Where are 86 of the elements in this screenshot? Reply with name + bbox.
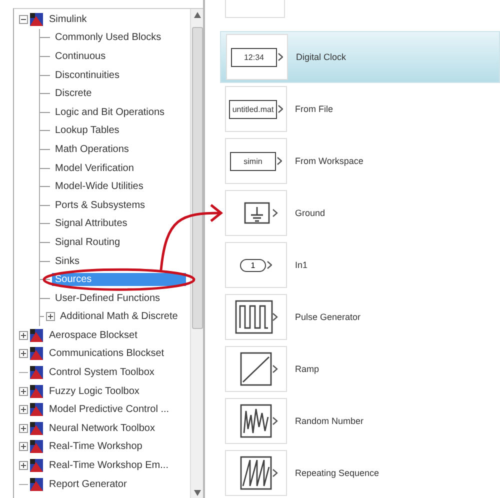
port-icon	[267, 261, 272, 269]
library-icon	[30, 422, 43, 435]
block-row[interactable]: simin From Workspace	[220, 135, 500, 187]
expand-icon[interactable]	[19, 424, 28, 433]
block-name: From File	[295, 104, 333, 114]
block-tile[interactable]	[225, 398, 287, 444]
library-icon	[30, 347, 43, 360]
scroll-up-icon[interactable]	[194, 12, 200, 18]
block-symbol: untitled.mat	[229, 100, 277, 118]
block-name: Ramp	[295, 364, 320, 374]
block-tile[interactable]	[225, 450, 287, 496]
port-icon	[278, 105, 283, 113]
library-icon	[30, 384, 43, 398]
block-row[interactable]: Pulse Generator	[220, 291, 500, 343]
tree-item[interactable]: Ports & Subsystems	[52, 198, 148, 212]
tree-item[interactable]: Signal Routing	[52, 236, 124, 249]
tree-item[interactable]: Communications Blockset	[46, 347, 168, 360]
tree-item[interactable]: Fuzzy Logic Toolbox	[46, 384, 142, 398]
expand-icon[interactable]	[19, 349, 28, 358]
tree-item[interactable]: Lookup Tables	[52, 124, 122, 138]
expand-icon[interactable]	[19, 330, 28, 340]
block-name: In1	[295, 260, 308, 270]
block-name: Ground	[295, 208, 326, 218]
tree-item[interactable]: Discrete	[52, 87, 95, 100]
library-icon	[30, 403, 43, 416]
tree-item[interactable]: Model Verification	[52, 162, 137, 175]
curved-arrow	[160, 204, 223, 270]
block-name: Repeating Sequence	[295, 468, 380, 478]
scroll-thumb[interactable]	[192, 27, 202, 329]
block-row[interactable]: 12:34 Digital Clock	[220, 31, 500, 83]
block-name: From Workspace	[295, 156, 364, 166]
library-icon	[30, 440, 43, 454]
library-icon	[30, 366, 43, 380]
block-row[interactable]: Ramp	[220, 343, 500, 395]
tree-item[interactable]: Real-Time Workshop	[46, 440, 146, 454]
block-row[interactable]: Random Number	[220, 395, 500, 447]
block-row[interactable]: untitled.mat From File	[220, 83, 500, 135]
tree-item[interactable]: Math Operations	[52, 142, 132, 156]
block-tile[interactable]: 1	[225, 242, 287, 288]
tree-item[interactable]: Additional Math & Discrete	[57, 310, 181, 324]
expand-icon[interactable]	[19, 405, 28, 414]
block-row[interactable]: Ground	[220, 187, 500, 239]
tree-item[interactable]: Model-Wide Utilities	[52, 180, 146, 194]
library-icon	[30, 328, 43, 342]
block-name: Random Number	[295, 416, 364, 426]
tree-item[interactable]: Commonly Used Blocks	[52, 31, 164, 44]
block-row[interactable]: Repeating Sequence	[220, 447, 500, 498]
tree-item[interactable]: Report Generator	[46, 478, 130, 491]
expand-icon[interactable]	[19, 442, 28, 452]
tree-item[interactable]: Logic and Bit Operations	[52, 106, 168, 119]
scrollbar[interactable]	[190, 9, 203, 498]
tree-item[interactable]: Aerospace Blockset	[46, 328, 140, 342]
tree-item[interactable]: Sinks	[52, 254, 82, 268]
tree-item[interactable]: Discontinuities	[52, 68, 122, 82]
block-tile[interactable]	[225, 294, 287, 340]
library-icon	[30, 478, 43, 491]
tree-item[interactable]: Signal Attributes	[52, 217, 130, 230]
tree-item[interactable]: User-Defined Functions	[52, 292, 164, 305]
expand-icon[interactable]	[46, 312, 55, 322]
tree-item[interactable]: Model Predictive Control ...	[46, 403, 172, 416]
tree-item[interactable]: Simulink	[46, 12, 90, 26]
block-tile[interactable]: untitled.mat	[225, 86, 287, 132]
expand-icon[interactable]	[19, 386, 28, 396]
expand-icon[interactable]	[19, 461, 28, 470]
block-name: Digital Clock	[296, 52, 346, 62]
block-tile[interactable]	[225, 0, 285, 18]
tree-item[interactable]: Neural Network Toolbox	[46, 422, 158, 435]
block-symbol: 12:34	[231, 48, 277, 66]
tree-item[interactable]: Real-Time Workshop Em...	[46, 459, 172, 472]
block-tile[interactable]: simin	[225, 138, 287, 184]
tree-item[interactable]: Continuous	[52, 50, 109, 63]
port-icon	[278, 53, 283, 61]
block-tile[interactable]: 12:34	[226, 34, 288, 80]
port-icon	[277, 157, 282, 165]
block-tile[interactable]	[225, 190, 287, 236]
block-name: Pulse Generator	[295, 312, 361, 322]
block-row[interactable]: 1 In1	[220, 239, 500, 291]
pulse-wave-icon	[233, 299, 279, 335]
block-symbol: simin	[230, 152, 276, 170]
collapse-icon[interactable]	[19, 14, 28, 24]
block-tile[interactable]	[225, 346, 287, 392]
block-symbol: 1	[240, 258, 266, 272]
library-icon	[30, 12, 43, 26]
library-icon	[30, 459, 43, 472]
scroll-down-icon[interactable]	[194, 490, 200, 496]
tree-item[interactable]: Control System Toolbox	[46, 366, 158, 380]
